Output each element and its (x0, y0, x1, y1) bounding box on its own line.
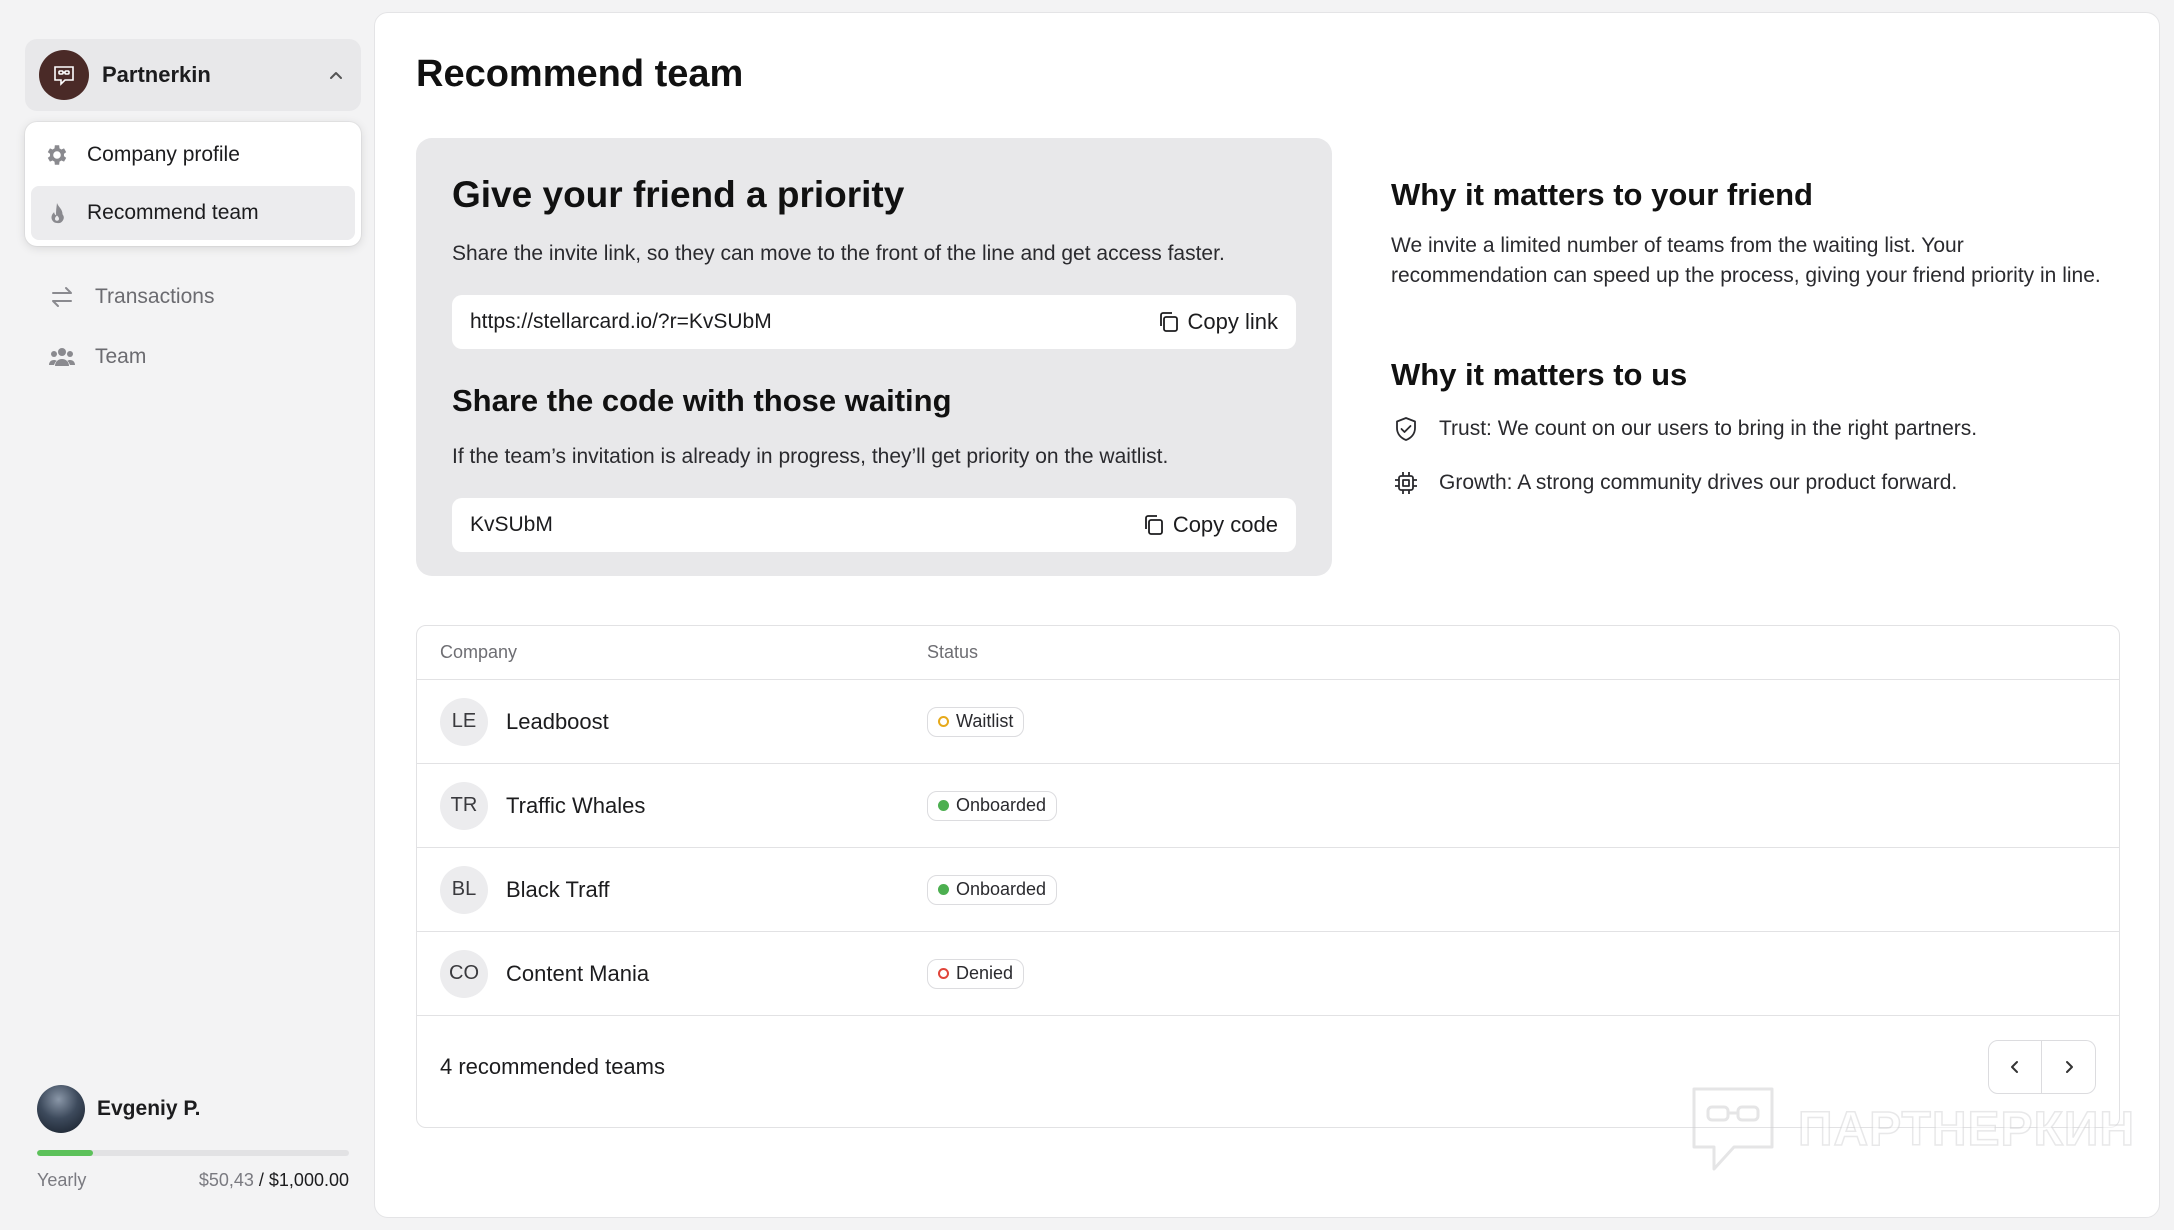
invite-link-value: https://stellarcard.io/?r=KvSUbM (470, 310, 772, 333)
table-row[interactable]: LE Leadboost Waitlist (417, 680, 2119, 764)
why-us-heading: Why it matters to us (1391, 357, 1688, 392)
invite-code-field[interactable]: KvSUbM Copy code (452, 498, 1296, 552)
table-header: Company Status (417, 626, 2119, 680)
status-badge: Denied (927, 958, 1025, 989)
org-name: Partnerkin (102, 62, 211, 87)
status-dot (938, 716, 949, 727)
status-label: Denied (956, 963, 1014, 983)
status-dot (938, 884, 949, 895)
recommended-teams-table: Company Status LE Leadboost Waitlist TR … (416, 625, 2120, 1128)
copy-code-label: Copy code (1172, 512, 1278, 537)
copy-code-button[interactable]: Copy code (1141, 512, 1278, 538)
why-us-point-text: Trust: We count on our users to bring in… (1439, 417, 1978, 440)
code-heading: Share the code with those waiting (452, 383, 952, 418)
chevron-up-icon (330, 72, 342, 79)
status-cell: Denied (927, 958, 2119, 989)
status-label: Onboarded (956, 795, 1047, 815)
copy-link-button[interactable]: Copy link (1156, 309, 1278, 335)
column-header-company[interactable]: Company (417, 642, 927, 663)
status-dot (938, 800, 949, 811)
org-dropdown-menu: Company profile Recommend team (25, 122, 361, 246)
table-row[interactable]: CO Content Mania Denied (417, 932, 2119, 1016)
flame-icon (43, 199, 71, 227)
status-label: Onboarded (956, 879, 1047, 899)
copy-link-label: Copy link (1187, 309, 1278, 334)
column-header-status[interactable]: Status (927, 642, 2119, 663)
why-friend-heading: Why it matters to your friend (1391, 177, 1813, 212)
sidebar-item-label: Transactions (95, 285, 215, 308)
user-name: Evgeniy P. (97, 1097, 201, 1120)
table-count: 4 recommended teams (440, 1053, 665, 1079)
company-cell: LE Leadboost (417, 697, 927, 746)
company-cell: TR Traffic Whales (417, 781, 927, 830)
watermark-logo-icon (1692, 1087, 1774, 1171)
avatar (37, 1085, 85, 1133)
org-logo (39, 50, 89, 100)
why-us-section: Why it matters to us (1391, 357, 2111, 393)
arrows-swap-icon (47, 282, 77, 312)
code-description: If the team’s invitation is already in p… (452, 445, 1169, 468)
status-cell: Onboarded (927, 790, 2119, 821)
sidebar-item-team[interactable]: Team (47, 337, 146, 377)
watermark-text: ПАРТНЕРКИН (1797, 1102, 2136, 1157)
invite-code-value: KvSUbM (470, 513, 553, 536)
invite-link-field[interactable]: https://stellarcard.io/?r=KvSUbM Copy li… (452, 295, 1296, 349)
spend-progress-fill (37, 1150, 94, 1156)
spend-progress-bar (37, 1150, 349, 1156)
sidebar: Partnerkin Company profile Recommend tea… (14, 0, 362, 1230)
company-name: Traffic Whales (506, 792, 646, 818)
spent-amount: $50,43 (198, 1170, 254, 1190)
main-panel: Recommend team Give your friend a priori… (374, 12, 2160, 1218)
status-badge: Onboarded (927, 790, 1058, 821)
company-avatar: CO (440, 949, 488, 998)
user-profile[interactable]: Evgeniy P. (37, 1085, 201, 1133)
company-avatar: TR (440, 781, 488, 830)
status-badge: Onboarded (927, 874, 1058, 905)
why-us-point-trust: Trust: We count on our users to bring in… (1391, 414, 1977, 444)
why-us-point-growth: Growth: A strong community drives our pr… (1391, 468, 1957, 498)
menu-item-recommend-team[interactable]: Recommend team (31, 186, 355, 240)
invite-card: Give your friend a priority Share the in… (416, 138, 1332, 576)
copy-icon (1159, 312, 1178, 332)
company-name: Content Mania (506, 960, 650, 986)
menu-item-label: Company profile (87, 143, 240, 166)
why-friend-section: Why it matters to your friend We invite … (1391, 177, 2111, 291)
shield-check-icon (1391, 414, 1421, 444)
watermark: ПАРТНЕРКИН (1690, 1083, 2135, 1175)
limit-amount: / $1,000.00 (258, 1170, 349, 1190)
why-us-point-text: Growth: A strong community drives our pr… (1439, 471, 1958, 494)
plan-info: Yearly $50,43 / $1,000.00 (37, 1170, 349, 1191)
status-badge: Waitlist (927, 706, 1025, 737)
status-label: Waitlist (956, 711, 1014, 731)
page-title: Recommend team (416, 53, 744, 95)
company-avatar: BL (440, 865, 488, 914)
table-row[interactable]: BL Black Traff Onboarded (417, 848, 2119, 932)
plan-amounts: $50,43 / $1,000.00 (199, 1170, 349, 1191)
company-name: Black Traff (506, 876, 610, 902)
company-name: Leadboost (506, 708, 609, 734)
chevron-right-icon (2065, 1060, 2073, 1073)
users-icon (47, 342, 77, 372)
table-row[interactable]: TR Traffic Whales Onboarded (417, 764, 2119, 848)
status-cell: Onboarded (927, 874, 2119, 905)
sidebar-item-label: Team (95, 345, 147, 368)
invite-heading: Give your friend a priority (452, 174, 905, 215)
company-cell: BL Black Traff (417, 865, 927, 914)
menu-item-label: Recommend team (87, 201, 259, 224)
plan-label: Yearly (37, 1170, 87, 1190)
status-cell: Waitlist (927, 706, 2119, 737)
company-avatar: LE (440, 697, 488, 746)
gear-icon (43, 141, 71, 169)
copy-icon (1144, 515, 1163, 535)
chevron-left-icon (2011, 1060, 2018, 1073)
invite-description: Share the invite link, so they can move … (452, 242, 1225, 265)
why-friend-text: We invite a limited number of teams from… (1391, 234, 2101, 287)
status-dot (938, 968, 949, 979)
menu-item-company-profile[interactable]: Company profile (31, 128, 355, 182)
sidebar-item-transactions[interactable]: Transactions (47, 277, 214, 317)
org-switcher[interactable]: Partnerkin (25, 39, 361, 111)
company-cell: CO Content Mania (417, 949, 927, 998)
chip-icon (1391, 468, 1421, 498)
